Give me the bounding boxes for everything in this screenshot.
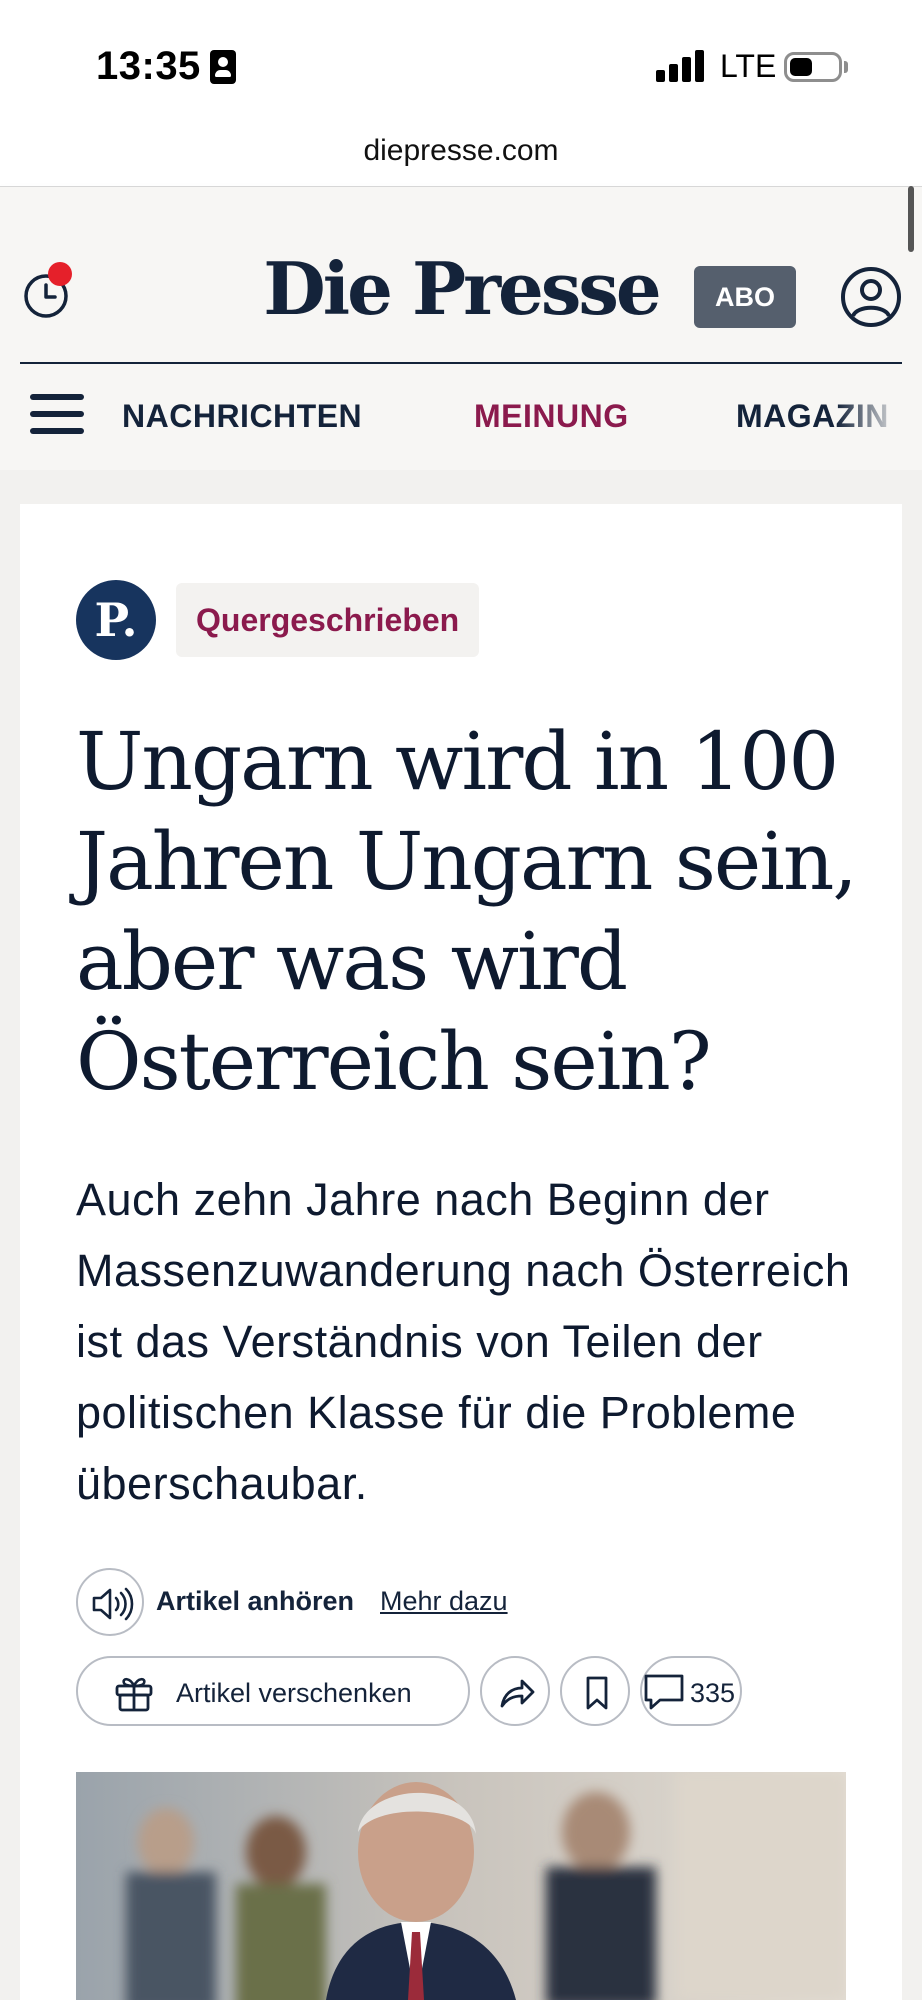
nav-item-opinion[interactable]: MEINUNG	[474, 398, 629, 435]
bookmark-button[interactable]	[560, 1656, 630, 1726]
article-hero-image[interactable]	[76, 1772, 846, 2000]
hamburger-icon	[30, 394, 84, 400]
menu-button[interactable]	[30, 392, 84, 436]
comment-count: 335	[690, 1678, 736, 1708]
account-button[interactable]	[840, 266, 902, 328]
article-headline: Ungarn wird in 100 Jahren Ungarn sein, a…	[76, 715, 858, 1108]
speech-bubble-icon	[644, 1674, 684, 1710]
nav-fade-overlay	[836, 392, 922, 442]
contact-card-icon	[210, 50, 236, 84]
scrollbar[interactable]	[908, 186, 914, 252]
speaker-icon	[92, 1587, 134, 1621]
category-tag[interactable]: Quergeschrieben	[176, 583, 480, 657]
listen-label[interactable]: Artikel anhören	[156, 1586, 354, 1617]
share-arrow-icon	[500, 1679, 535, 1708]
status-bar: 13:35 LTE	[0, 0, 922, 130]
listen-button[interactable]	[76, 1568, 144, 1636]
brand-badge: P.	[76, 580, 156, 660]
cellular-signal-icon	[656, 50, 704, 82]
more-info-link[interactable]: Mehr dazu	[380, 1586, 508, 1617]
network-type: LTE	[720, 48, 777, 84]
battery-tip	[844, 61, 848, 73]
battery-icon	[784, 52, 842, 82]
article-lead: Auch zehn Jahre nach Beginn der Massenzu…	[76, 1174, 851, 1509]
subscribe-button[interactable]: ABO	[694, 266, 796, 328]
hero-photo	[76, 1772, 846, 2000]
gift-article-label: Artikel verschenken	[176, 1678, 412, 1708]
comments-button[interactable]: 335	[640, 1656, 742, 1726]
user-circle-icon	[841, 267, 901, 327]
status-time: 13:35	[96, 44, 201, 88]
nav-item-news[interactable]: NACHRICHTEN	[122, 398, 362, 435]
address-bar-url[interactable]: diepresse.com	[0, 134, 922, 168]
gift-article-button[interactable]: Artikel verschenken	[76, 1656, 470, 1726]
gift-icon	[115, 1677, 153, 1712]
share-button[interactable]	[480, 1656, 550, 1726]
header-divider	[20, 362, 902, 364]
bookmark-icon	[586, 1676, 608, 1710]
